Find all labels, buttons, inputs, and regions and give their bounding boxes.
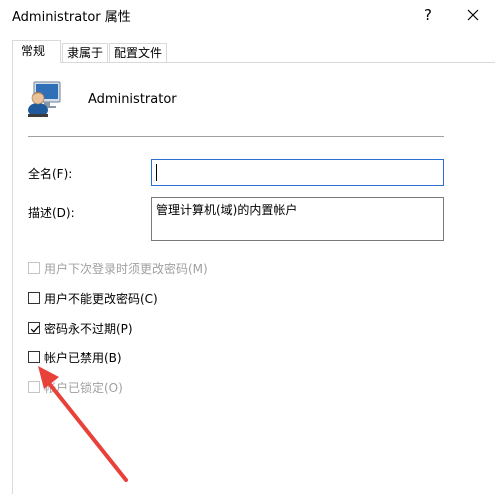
checkbox-box[interactable] <box>28 381 40 393</box>
user-name: Administrator <box>88 92 177 107</box>
user-computer-icon <box>28 81 61 117</box>
close-icon <box>467 9 479 21</box>
tab-panel-general <box>12 62 495 494</box>
description-input[interactable]: 管理计算机(域)的内置帐户 <box>151 197 444 241</box>
tab-member-of[interactable]: 隶属于 <box>62 43 108 62</box>
checkbox-label: 密码永不过期(P) <box>44 321 133 336</box>
checkbox-password-never-expires[interactable]: 密码永不过期(P) <box>28 320 133 336</box>
tab-profile[interactable]: 配置文件 <box>109 43 167 62</box>
checkbox-box[interactable] <box>28 292 40 304</box>
checkbox-account-locked[interactable]: 帐户已锁定(O) <box>28 379 123 395</box>
help-button[interactable]: ? <box>406 0 450 30</box>
close-button[interactable] <box>451 0 495 30</box>
checkbox-label: 帐户已锁定(O) <box>44 380 123 395</box>
checkmark-icon <box>30 325 40 333</box>
checkbox-box[interactable] <box>28 262 40 274</box>
tab-strip: 常规 隶属于 配置文件 <box>0 40 495 63</box>
checkbox-label: 用户下次登录时须更改密码(M) <box>44 261 208 276</box>
checkbox-label: 帐户已禁用(B) <box>44 350 122 365</box>
checkbox-box-checked[interactable] <box>28 322 40 334</box>
checkbox-label: 用户不能更改密码(C) <box>44 291 158 306</box>
checkbox-box[interactable] <box>28 351 40 363</box>
window-title: Administrator 属性 <box>12 10 131 25</box>
title-bar: Administrator 属性 ? <box>0 0 495 32</box>
help-icon: ? <box>424 6 432 24</box>
text-caret <box>156 164 157 181</box>
fullname-label: 全名(F): <box>28 167 73 181</box>
checkbox-cannot-change-password[interactable]: 用户不能更改密码(C) <box>28 290 158 306</box>
description-label: 描述(D): <box>28 206 75 220</box>
checkbox-account-disabled[interactable]: 帐户已禁用(B) <box>28 349 122 365</box>
checkbox-must-change-password[interactable]: 用户下次登录时须更改密码(M) <box>28 260 208 276</box>
properties-dialog: Administrator 属性 ? 常规 隶属于 配置文件 Administr… <box>0 0 495 494</box>
fullname-input[interactable] <box>151 159 444 186</box>
separator <box>28 136 444 137</box>
tab-general[interactable]: 常规 <box>12 40 61 63</box>
